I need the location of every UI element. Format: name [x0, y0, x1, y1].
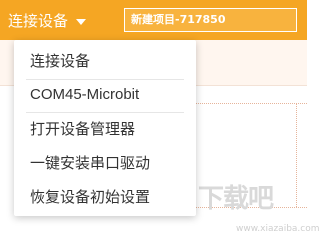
connect-device-button[interactable]: 连接设备 [8, 0, 87, 40]
menu-item-restore-device-settings[interactable]: 恢复设备初始设置 [14, 180, 196, 214]
caret-down-icon [76, 18, 87, 25]
top-toolbar: 连接设备 新建项目-717850 [0, 0, 307, 40]
dotted-guide-line [296, 103, 297, 207]
connect-device-dropdown: 连接设备 COM45-Microbit 打开设备管理器 一键安装串口驱动 恢复设… [14, 40, 196, 216]
menu-item-connect-device[interactable]: 连接设备 [14, 44, 196, 78]
menu-divider [26, 79, 184, 80]
watermark-logo: 下载吧 [198, 184, 274, 214]
menu-item-open-device-manager[interactable]: 打开设备管理器 [14, 112, 196, 146]
dotted-guide-line [180, 103, 307, 104]
connect-device-label: 连接设备 [8, 11, 69, 30]
menu-divider [26, 112, 184, 113]
menu-item-install-serial-driver[interactable]: 一键安装串口驱动 [14, 146, 196, 180]
menu-item-com-port[interactable]: COM45-Microbit [14, 78, 196, 112]
watermark-url: www.xiazaiba.com [236, 224, 320, 234]
project-name-field[interactable]: 新建项目-717850 [124, 8, 297, 32]
